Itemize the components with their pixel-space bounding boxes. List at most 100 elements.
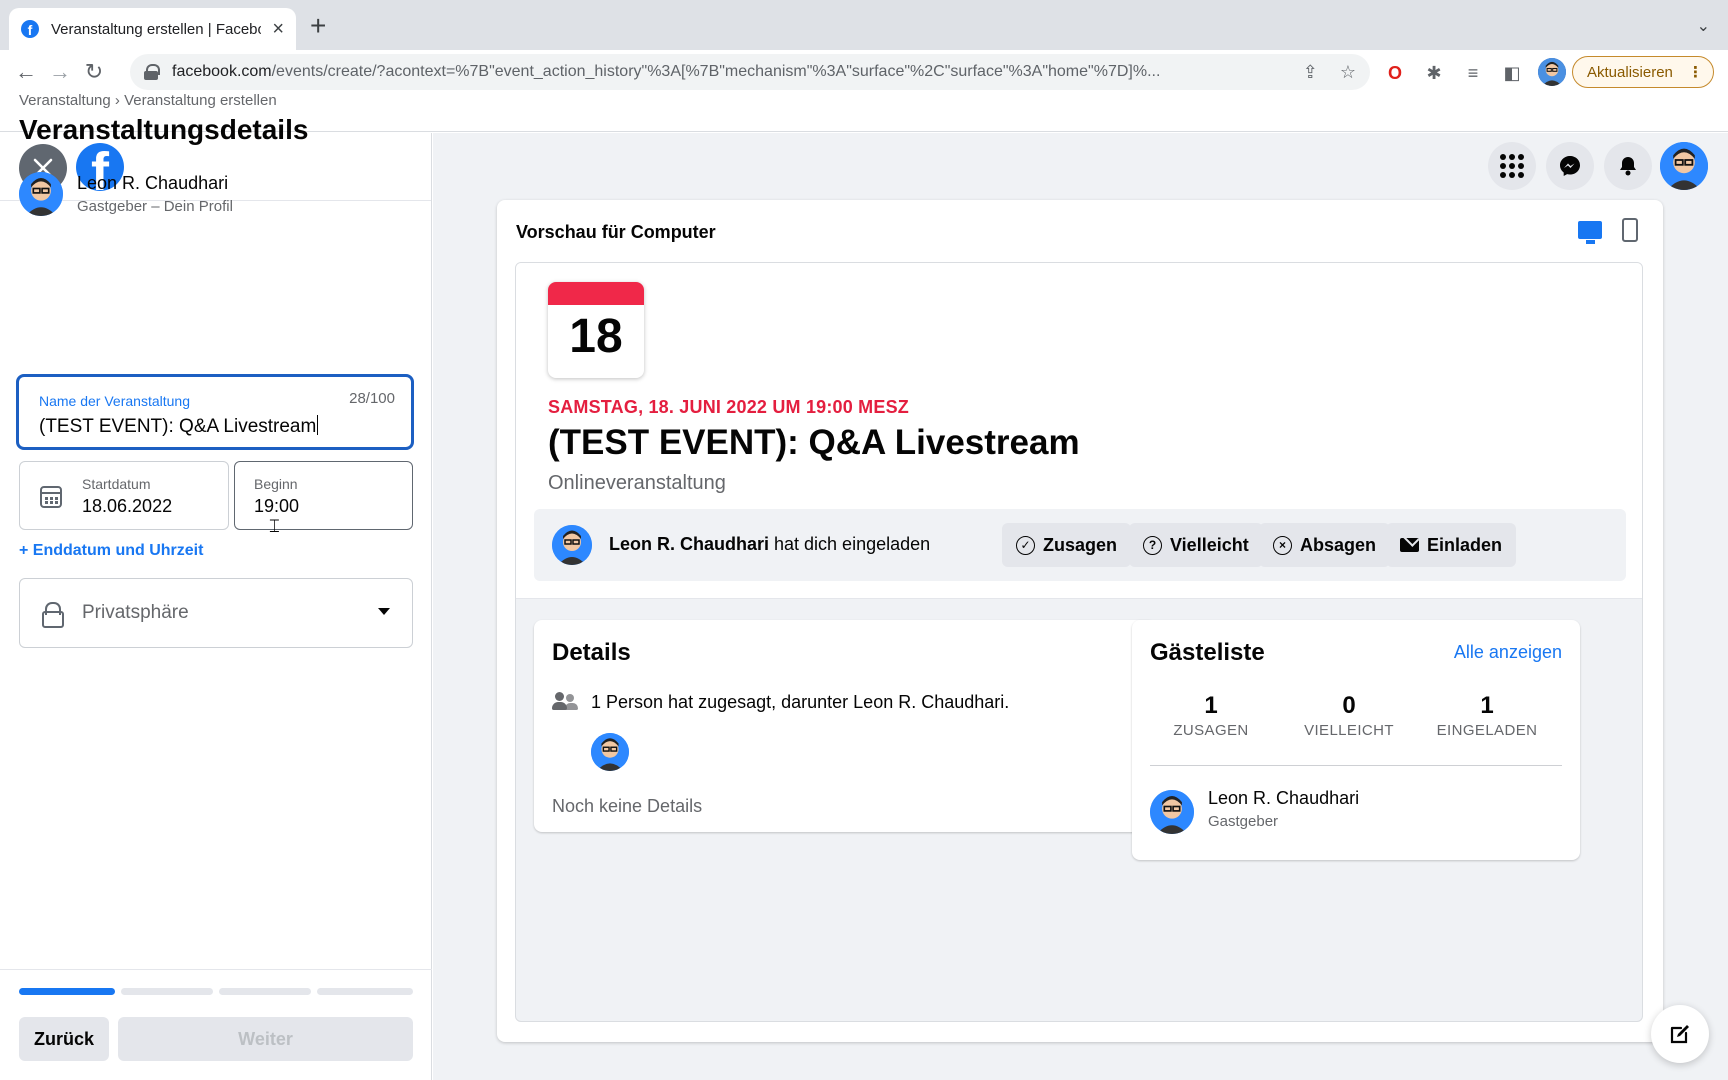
event-name-value: (TEST EVENT): Q&A Livestream xyxy=(39,416,317,437)
bookmark-star-icon[interactable]: ☆ xyxy=(1340,62,1356,83)
event-header: 18 SAMSTAG, 18. JUNI 2022 UM 19:00 MESZ … xyxy=(516,263,1642,599)
share-icon[interactable]: ⇪ xyxy=(1303,62,1318,83)
desktop-preview-icon[interactable] xyxy=(1578,221,1602,244)
facebook-favicon-icon: f xyxy=(21,20,39,38)
dropdown-caret-icon xyxy=(378,608,390,615)
menu-grid-icon xyxy=(1500,154,1524,178)
event-name-label: Name der Veranstaltung xyxy=(39,393,190,409)
event-date: SAMSTAG, 18. JUNI 2022 UM 19:00 MESZ xyxy=(548,397,909,417)
guest-list-title: Gästeliste xyxy=(1150,639,1265,666)
browser-toolbar: ← → ↻ facebook.com/events/create/?aconte… xyxy=(0,50,1728,94)
invite-text: Leon R. Chaudhari hat dich eingeladen xyxy=(609,534,931,554)
media-queue-icon[interactable]: ≡ xyxy=(1462,62,1484,84)
back-arrow-icon[interactable]: ← xyxy=(12,58,40,86)
reload-icon[interactable]: ↻ xyxy=(80,58,108,86)
avatar xyxy=(19,172,63,216)
start-date-value[interactable]: 18.06.2022 xyxy=(82,496,172,517)
stat-going[interactable]: 1 ZUSAGEN xyxy=(1146,692,1276,739)
host-profile: Leon R. Chaudhari Gastgeber – Dein Profi… xyxy=(19,172,233,216)
forward-arrow-icon[interactable]: → xyxy=(46,58,74,86)
compose-icon xyxy=(1670,1025,1689,1044)
mobile-preview-icon[interactable] xyxy=(1622,218,1638,242)
details-card: Details 1 Person hat zugesagt, darunter … xyxy=(534,620,1156,832)
menu-grid-button[interactable] xyxy=(1488,142,1536,190)
avatar[interactable] xyxy=(1150,790,1194,834)
notifications-button[interactable] xyxy=(1604,142,1652,190)
opera-extension-icon[interactable]: O xyxy=(1384,62,1406,84)
guest-list-card: Gästeliste Alle anzeigen 1 ZUSAGEN 0 VIE… xyxy=(1132,620,1580,860)
going-button[interactable]: ✓ Zusagen xyxy=(1002,523,1132,567)
text-cursor-icon: ⌶ xyxy=(269,516,280,536)
tab-search-chevron-icon[interactable]: ⌄ xyxy=(1697,16,1710,36)
x-circle-icon: × xyxy=(1273,535,1292,555)
update-button[interactable]: Aktualisieren ⋮ xyxy=(1572,56,1714,88)
add-end-date-link[interactable]: + Enddatum und Uhrzeit xyxy=(19,542,203,560)
progress-step-3 xyxy=(219,988,311,995)
invite-bar: Leon R. Chaudhari hat dich eingeladen ✓ Z… xyxy=(534,509,1626,581)
envelope-icon xyxy=(1400,538,1419,552)
progress-step-2 xyxy=(121,988,213,995)
messenger-icon xyxy=(1560,156,1580,176)
no-details-text: Noch keine Details xyxy=(552,796,703,816)
stat-maybe[interactable]: 0 VIELLEICHT xyxy=(1284,692,1414,739)
lock-icon[interactable] xyxy=(144,64,160,80)
privacy-value: Privatsphäre xyxy=(82,602,189,623)
url-text[interactable]: facebook.com/events/create/?acontext=%7B… xyxy=(172,63,1302,81)
stat-invited[interactable]: 1 EINGELADEN xyxy=(1422,692,1552,739)
decline-button[interactable]: × Absagen xyxy=(1259,523,1391,567)
show-all-link[interactable]: Alle anzeigen xyxy=(1454,642,1562,663)
start-date-input[interactable]: Startdatum 18.06.2022 xyxy=(19,461,229,530)
question-circle-icon: ? xyxy=(1143,535,1162,555)
messenger-button[interactable] xyxy=(1546,142,1594,190)
lock-icon xyxy=(42,602,64,628)
account-avatar[interactable] xyxy=(1660,142,1708,190)
people-icon xyxy=(552,692,578,710)
preview-card: Vorschau für Computer 18 SAMSTAG, 18. JU… xyxy=(497,200,1663,1042)
back-button[interactable]: Zurück xyxy=(19,1017,109,1061)
guest-host-name[interactable]: Leon R. Chaudhari xyxy=(1208,788,1359,809)
step-progress xyxy=(19,988,413,995)
tab-close-icon[interactable]: × xyxy=(272,19,284,39)
going-summary: 1 Person hat zugesagt, darunter Leon R. … xyxy=(591,692,1010,712)
start-time-label: Beginn xyxy=(254,476,298,492)
check-circle-icon: ✓ xyxy=(1016,535,1035,555)
divider xyxy=(1150,765,1562,766)
preview-title: Vorschau für Computer xyxy=(516,222,716,242)
avatar xyxy=(552,525,592,565)
page-title: Veranstaltungsdetails xyxy=(19,114,309,145)
host-role: Gastgeber – Dein Profil xyxy=(77,198,233,215)
host-name: Leon R. Chaudhari xyxy=(77,173,229,193)
profile-avatar[interactable] xyxy=(1538,58,1566,86)
browser-tab-bar: f Veranstaltung erstellen | Facebook × +… xyxy=(0,0,1728,50)
breadcrumb[interactable]: Veranstaltung › Veranstaltung erstellen xyxy=(19,92,277,109)
avatar[interactable] xyxy=(591,733,629,771)
new-tab-icon[interactable]: + xyxy=(310,12,326,40)
start-date-label: Startdatum xyxy=(82,476,151,492)
address-bar[interactable]: facebook.com/events/create/?acontext=%7B… xyxy=(130,54,1370,90)
event-title: (TEST EVENT): Q&A Livestream xyxy=(548,423,1080,462)
side-panel-icon[interactable]: ◧ xyxy=(1501,62,1523,84)
calendar-day: 18 xyxy=(569,310,623,363)
maybe-button[interactable]: ? Vielleicht xyxy=(1129,523,1263,567)
bell-icon xyxy=(1620,157,1636,176)
char-counter: 28/100 xyxy=(349,390,395,407)
event-preview: 18 SAMSTAG, 18. JUNI 2022 UM 19:00 MESZ … xyxy=(515,262,1643,1022)
text-caret xyxy=(317,415,319,435)
tab-title: Veranstaltung erstellen | Facebook xyxy=(51,20,261,38)
privacy-select[interactable]: Privatsphäre xyxy=(19,578,413,648)
progress-step-1 xyxy=(19,988,115,995)
event-name-input[interactable]: Name der Veranstaltung 28/100 (TEST EVEN… xyxy=(16,374,414,450)
next-button[interactable]: Weiter xyxy=(118,1017,413,1061)
start-time-value[interactable]: 19:00 xyxy=(254,496,299,517)
calendar-badge: 18 xyxy=(548,282,644,378)
progress-step-4 xyxy=(317,988,413,995)
extensions-puzzle-icon[interactable]: ✱ xyxy=(1423,62,1445,84)
start-time-input[interactable]: Beginn 19:00 xyxy=(234,461,413,530)
new-message-button[interactable] xyxy=(1651,1005,1709,1063)
event-type: Onlineveranstaltung xyxy=(548,472,726,494)
browser-tab-active[interactable]: f Veranstaltung erstellen | Facebook × xyxy=(9,8,296,50)
more-vert-icon: ⋮ xyxy=(1688,64,1703,81)
invite-button[interactable]: Einladen xyxy=(1386,523,1517,567)
guest-host-role: Gastgeber xyxy=(1208,813,1279,830)
details-title: Details xyxy=(552,639,631,666)
